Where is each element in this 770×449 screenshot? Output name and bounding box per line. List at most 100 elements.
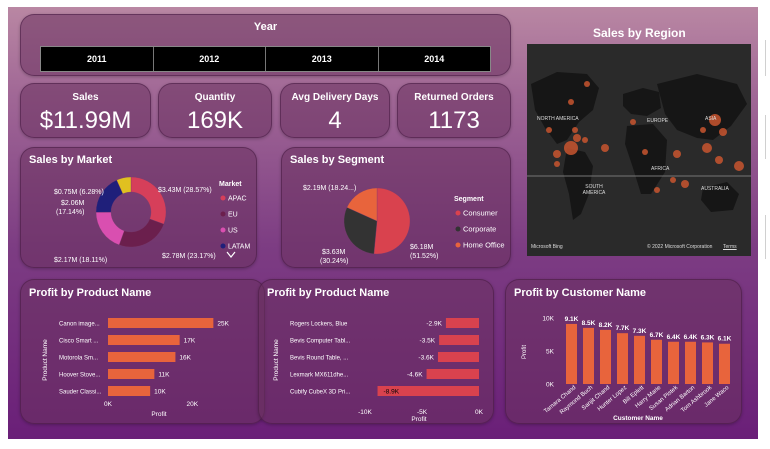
x-tick-label: 20K (186, 401, 198, 408)
bar-value-label: -4.6K (407, 372, 423, 379)
category-label: Bevis Computer Tabl... (290, 339, 351, 345)
bar-value-label: 7.3K (633, 328, 647, 335)
pie-data-label: $6.18M (410, 244, 434, 251)
profit-by-customer-chart[interactable]: 0K5K10KProfit9.1KTamara Chand8.5KRaymond… (506, 280, 743, 425)
profit-by-product-bottom-card: Profit by Product Name Rogers Lockers, B… (258, 279, 494, 424)
pie-data-label: (30.24%) (320, 258, 348, 265)
legend-label: Corporate (463, 225, 496, 234)
kpi-value: 169K (186, 107, 244, 134)
sales-by-segment-chart[interactable]: $6.18M (51.52%) $3.63M (30.24%) $2.19M (18.2… (282, 148, 512, 269)
x-axis-title: Customer Name (613, 415, 663, 422)
legend-label: APAC (228, 196, 247, 203)
bar (108, 386, 151, 396)
donut-slice (95, 211, 125, 246)
category-label: Bevis Round Table, ... (290, 356, 349, 362)
bar-value-label: -8.9K (384, 389, 400, 396)
x-tick-label: 0K (104, 401, 113, 408)
category-label: Sauder Classi... (59, 390, 102, 396)
bar (426, 369, 479, 379)
legend-title: Segment (454, 196, 484, 203)
kpi-label: Returned Orders (414, 92, 494, 103)
legend-marker (220, 243, 226, 249)
bar-value-label: 11K (158, 372, 170, 379)
bar-value-label: 10K (154, 389, 166, 396)
bar (566, 323, 577, 384)
legend-marker (220, 227, 226, 233)
bar (719, 343, 730, 384)
kpi-card-avg-delivery-days: Avg Delivery Days 4 (280, 83, 390, 138)
profit-by-product-top-card: Profit by Product Name Canon image... 25K… (20, 279, 265, 424)
kpi-label: Quantity (194, 92, 236, 103)
pie-data-label: $2.19M (18.24...) (303, 185, 356, 192)
kpi-value: $11.99M (39, 107, 132, 134)
bar (600, 329, 611, 384)
y-tick-label: 5K (546, 349, 555, 356)
kpi-label: Avg Delivery Days (291, 92, 379, 103)
kpi-value: 1173 (428, 107, 480, 134)
kpi-card-returned-orders: Returned Orders 1173 (397, 83, 511, 138)
bar (634, 335, 645, 384)
year-button-2011[interactable]: 2011 (41, 47, 154, 71)
year-button-2014[interactable]: 2014 (378, 47, 490, 71)
map-terms-link[interactable]: Terms (723, 244, 737, 250)
bar (108, 318, 214, 328)
bar-value-label: 17K (184, 338, 196, 345)
profit-by-product-top-chart[interactable]: Canon image... 25K Cisco Smart ... 17K Motor… (21, 280, 266, 425)
bar-value-label: 25K (217, 321, 229, 328)
profit-by-product-bottom-chart[interactable]: Rogers Lockers, Blue -2.9K Bevis Computer … (259, 280, 495, 425)
y-axis-title: Profit (522, 345, 528, 359)
category-label: Motorola Sm... (59, 356, 98, 362)
sales-by-market-chart[interactable]: $3.43M (28.57%) $2.78M (23.17%) $2.17M (18… (21, 148, 258, 269)
donut-data-label: $2.06M (61, 200, 85, 207)
sales-by-region-map[interactable]: NORTH AMERICA EUROPE ASIA AFRICA SOUTH A… (527, 44, 751, 256)
map-copyright: © 2022 Microsoft Corporation (647, 244, 713, 250)
year-button-2013[interactable]: 2013 (266, 47, 379, 71)
map-label-australia: AUSTRALIA (701, 186, 729, 192)
bar-value-label: 6.1K (718, 336, 732, 343)
bar (108, 352, 176, 362)
year-slicer-title: Year (253, 21, 278, 33)
legend-label: EU (228, 212, 238, 219)
kpi-card-sales: Sales $11.99M (20, 83, 151, 138)
bar-value-label: 8.2K (599, 322, 613, 329)
legend-label: LATAM (228, 244, 250, 251)
pie-data-label: (51.52%) (410, 253, 438, 260)
donut-data-label: $0.75M (6.28%) (54, 189, 104, 196)
legend-marker (455, 210, 461, 216)
world-map-graphic (527, 44, 751, 256)
page-divider (765, 215, 766, 259)
bar (685, 341, 696, 384)
pie-data-label: $3.63M (322, 249, 346, 256)
map-label-south-america: SOUTH AMERICA (582, 184, 606, 196)
x-tick-label: -5K (417, 409, 428, 416)
category-label: Lexmark MX611dhe... (290, 373, 349, 379)
x-axis-title: Profit (151, 411, 166, 418)
bar (617, 333, 628, 384)
category-label: Canon image... (59, 322, 100, 328)
sales-by-segment-card: Sales by Segment $6.18M (51.52%) $3.63M (30… (281, 147, 511, 268)
legend-marker (455, 226, 461, 232)
chevron-down-icon[interactable] (226, 251, 236, 259)
map-label-europe: EUROPE (647, 118, 669, 124)
kpi-card-quantity: Quantity 169K (158, 83, 272, 138)
y-tick-label: 0K (546, 382, 555, 389)
y-axis-title: Product Name (42, 339, 49, 381)
legend-label: Consumer (463, 209, 498, 218)
bar-value-label: 6.7K (650, 332, 664, 339)
pie-slice (373, 187, 411, 255)
year-button-2012[interactable]: 2012 (153, 47, 266, 71)
bar-value-label: -3.5K (420, 338, 436, 345)
y-axis-title: Product Name (273, 339, 280, 381)
map-label-asia: ASIA (705, 116, 717, 122)
bar (108, 369, 155, 379)
year-slicer: Year 2011 2012 2013 2014 (20, 14, 511, 76)
bar (651, 339, 662, 384)
bar-value-label: 9.1K (565, 316, 579, 323)
bar-value-label: 16K (179, 355, 191, 362)
bar-value-label: 6.3K (701, 334, 715, 341)
bar-value-label: 8.5K (582, 320, 596, 327)
donut-slice (130, 176, 167, 225)
dashboard-canvas: Year 2011 2012 2013 2014 Sales $11.99M Q… (8, 7, 758, 439)
bar (437, 352, 479, 362)
page-divider (765, 115, 766, 159)
